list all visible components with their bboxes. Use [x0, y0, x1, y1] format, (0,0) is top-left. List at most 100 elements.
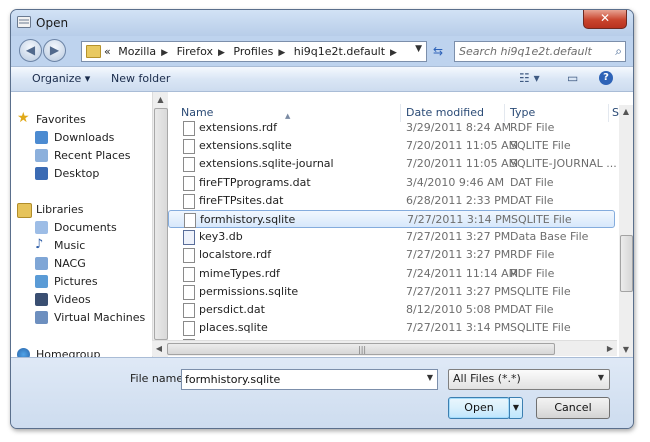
- file-type: RDF File: [510, 266, 555, 280]
- column-header-name[interactable]: Name: [181, 106, 213, 119]
- search-icon[interactable]: ⌕: [615, 44, 622, 59]
- downloads-icon: [35, 131, 48, 144]
- file-date: 7/27/2011 3:14 PM: [407, 213, 512, 226]
- file-type: SQLITE-JOURNAL ...: [510, 157, 617, 171]
- chevron-down-icon[interactable]: ▼: [415, 44, 422, 54]
- navigation-scrollbar[interactable]: ▲ ▼: [152, 92, 168, 357]
- scroll-up-icon[interactable]: ▲: [619, 105, 633, 119]
- breadcrumb-profile-folder[interactable]: hi9q1e2t.default: [294, 45, 385, 58]
- file-name: extensions.sqlite-journal: [199, 157, 334, 171]
- table-row[interactable]: fireFTPprograms.dat 3/4/2010 9:46 AM DAT F…: [168, 174, 615, 192]
- table-row[interactable]: extensions.sqlite-journal 7/20/2011 11:05…: [168, 155, 617, 173]
- navigation-bar: ◀ ▶ « Mozilla ▶ Firefox ▶ Profiles ▶ hi9q1e…: [11, 36, 633, 64]
- database-file-icon: [183, 230, 195, 246]
- breadcrumb-arrow-icon[interactable]: ▶: [390, 48, 397, 58]
- file-icon: [183, 157, 195, 173]
- file-type-filter[interactable]: All Files (*.*) ▼: [448, 369, 610, 390]
- table-row[interactable]: key3.db 7/27/2011 3:27 PM Data Base File: [168, 228, 615, 246]
- file-name: fireFTPsites.dat: [199, 193, 284, 207]
- scroll-thumb[interactable]: [620, 235, 633, 292]
- library-icon: [35, 311, 48, 324]
- new-folder-button[interactable]: New folder: [111, 72, 170, 85]
- address-bar[interactable]: « Mozilla ▶ Firefox ▶ Profiles ▶ hi9q1e2t.d…: [81, 41, 427, 62]
- breadcrumb-profiles[interactable]: Profiles: [233, 45, 273, 58]
- file-date: 7/27/2011 3:27 PM: [406, 284, 511, 298]
- file-icon: [183, 121, 195, 136]
- refresh-button[interactable]: ⇆: [429, 42, 447, 60]
- scroll-thumb[interactable]: |||: [167, 343, 555, 355]
- dialog-body: ★ Favorites Downloads Recent Places Desk…: [11, 92, 633, 361]
- column-header-type[interactable]: Type: [510, 106, 535, 119]
- table-row[interactable]: formhistory.sqlite 7/27/2011 3:14 PM SQLIT…: [168, 210, 615, 228]
- file-type: RDF File: [510, 248, 555, 262]
- horizontal-scrollbar[interactable]: ◀ ||| ▶: [152, 340, 617, 356]
- table-row[interactable]: fireFTPsites.dat 6/28/2011 2:33 PM DAT Fil…: [168, 192, 615, 210]
- file-name: extensions.rdf: [199, 121, 278, 134]
- file-date: 3/29/2011 8:24 AM: [406, 121, 512, 134]
- column-header-date-modified[interactable]: Date modified: [406, 106, 484, 119]
- table-row[interactable]: localstore.rdf 7/27/2011 3:27 PM RDF File: [168, 246, 615, 264]
- navigation-pane: ★ Favorites Downloads Recent Places Desk…: [11, 92, 152, 361]
- file-icon: [183, 175, 195, 191]
- file-name: formhistory.sqlite: [200, 213, 296, 226]
- table-row[interactable]: mimeTypes.rdf 7/24/2011 11:14 AM RDF File: [168, 265, 615, 283]
- dialog-icon: [17, 16, 31, 28]
- file-icon: [183, 284, 195, 300]
- back-button[interactable]: ◀: [19, 39, 42, 62]
- table-row[interactable]: permissions.sqlite 7/27/2011 3:27 PM SQLIT…: [168, 283, 615, 301]
- file-date: 7/20/2011 11:05 AM: [406, 157, 519, 171]
- window-title: Open: [36, 16, 69, 30]
- table-row[interactable]: extensions.sqlite 7/20/2011 11:05 AM SQLIT…: [168, 137, 615, 155]
- scroll-up-icon[interactable]: ▲: [153, 92, 168, 107]
- table-row[interactable]: extensions.rdf 3/29/2011 8:24 AM RDF File: [168, 119, 615, 137]
- breadcrumb-arrow-icon[interactable]: ▶: [161, 48, 168, 58]
- forward-button[interactable]: ▶: [43, 39, 66, 62]
- desktop-icon: [35, 167, 48, 180]
- breadcrumb-arrow-icon[interactable]: ▶: [218, 48, 225, 58]
- table-row[interactable]: persdict.dat 8/12/2010 5:08 PM DAT File: [168, 301, 615, 319]
- file-icon: [183, 303, 195, 318]
- scroll-left-icon[interactable]: ◀: [152, 341, 166, 356]
- chevron-down-icon: ▼: [597, 373, 604, 382]
- file-icon: [183, 193, 195, 209]
- preview-pane-icon[interactable]: ▭: [567, 71, 578, 85]
- search-box: ⌕: [454, 41, 626, 62]
- recent-places-icon: [35, 149, 48, 162]
- close-button[interactable]: ✕: [583, 10, 627, 29]
- open-dialog: Open ✕ ◀ ▶ « Mozilla ▶ Firefox ▶ Profiles ▶…: [10, 9, 634, 429]
- star-icon: ★: [17, 110, 30, 126]
- organize-button[interactable]: Organize ▾: [32, 72, 90, 85]
- breadcrumb-mozilla[interactable]: Mozilla: [118, 45, 156, 58]
- breadcrumb-overflow[interactable]: «: [104, 45, 111, 58]
- file-date: 7/27/2011 3:27 PM: [406, 248, 511, 262]
- file-name: persdict.dat: [199, 303, 265, 316]
- breadcrumb-firefox[interactable]: Firefox: [177, 45, 213, 58]
- table-row[interactable]: places.sqlite 7/27/2011 3:14 PM SQLITE Fil…: [168, 319, 615, 337]
- file-name-input[interactable]: [185, 371, 415, 387]
- file-type-value: All Files (*.*): [453, 372, 521, 385]
- file-name: permissions.sqlite: [199, 284, 299, 298]
- file-list-scrollbar[interactable]: ▲ ▼: [619, 105, 633, 357]
- file-name: key3.db: [199, 230, 243, 244]
- cancel-button[interactable]: Cancel: [536, 397, 610, 419]
- open-button[interactable]: Open: [448, 397, 510, 419]
- file-name-combobox: ▼: [181, 369, 438, 390]
- scroll-thumb[interactable]: [154, 108, 168, 340]
- file-name: extensions.sqlite: [199, 139, 292, 153]
- file-type: RDF File: [510, 121, 555, 134]
- title-bar[interactable]: Open ✕: [11, 10, 633, 36]
- change-view-icon[interactable]: ☷ ▾: [519, 71, 540, 85]
- file-date: 7/24/2011 11:14 AM: [406, 266, 519, 280]
- help-icon[interactable]: ?: [599, 71, 613, 85]
- file-type: DAT File: [510, 193, 554, 207]
- scroll-right-icon[interactable]: ▶: [603, 341, 617, 356]
- chevron-down-icon[interactable]: ▼: [427, 373, 433, 382]
- search-input[interactable]: [459, 43, 603, 59]
- grip-icon: |||: [358, 345, 367, 354]
- breadcrumb-arrow-icon[interactable]: ▶: [278, 48, 285, 58]
- file-icon: [184, 213, 196, 228]
- open-options-dropdown[interactable]: ▼: [509, 397, 523, 419]
- chevron-down-icon: ▼: [512, 403, 520, 412]
- file-name: localstore.rdf: [199, 248, 272, 262]
- scroll-down-icon[interactable]: ▼: [619, 343, 633, 357]
